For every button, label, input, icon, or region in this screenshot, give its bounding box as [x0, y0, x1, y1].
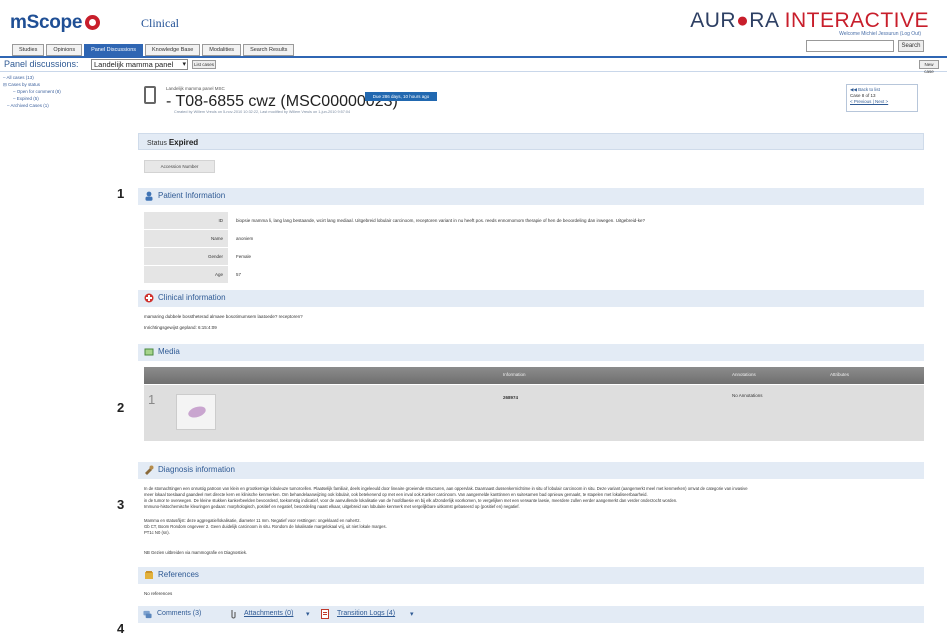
- diagnosis-line: Gb CT, Boom Rondom ongeveer 2. Geen duid…: [144, 524, 387, 529]
- status-value: Expired: [168, 138, 199, 147]
- diagnosis-information-section[interactable]: Diagnosis information: [138, 462, 924, 479]
- callout-1: 1: [117, 186, 125, 201]
- clinical-line-1: mamaring dubbele bosstheterad almaee bos…: [144, 314, 303, 319]
- tab-panel-discussions[interactable]: Panel Discussions: [84, 44, 144, 56]
- aurora-interactive-logo: AUR●RA INTERACTIVE: [690, 9, 929, 32]
- patient-key: ID: [144, 212, 228, 229]
- logo-subtitle: Clinical: [141, 16, 179, 30]
- patient-value: 57: [236, 272, 242, 277]
- media-icon: [144, 348, 154, 356]
- media-row-number: 1: [148, 392, 156, 407]
- diagnosis-information-title: Diagnosis information: [158, 465, 235, 474]
- patient-value: biopsie mamma li, lang lang bestaande, w…: [236, 218, 645, 223]
- media-information-value: 268974: [503, 395, 519, 400]
- paperclip-icon: [231, 610, 236, 619]
- diagnosis-line: PT1c N0 (sn).: [144, 530, 170, 535]
- patient-key: Gender: [144, 248, 228, 265]
- patient-information-section[interactable]: Patient Information: [138, 188, 924, 205]
- tree-item-expired[interactable]: – Expired (5): [3, 95, 103, 102]
- media-table-header: Information Annotations Attributes: [144, 367, 924, 384]
- attachments-chevron-icon[interactable]: ▾: [306, 610, 310, 618]
- search-button[interactable]: Search: [898, 40, 924, 52]
- logo-text: mScope: [10, 12, 83, 33]
- tab-transition-logs[interactable]: Transition Logs (4): [337, 610, 395, 617]
- aurora-o-icon: ●: [736, 9, 750, 32]
- comments-icon: [143, 610, 152, 619]
- case-tree-sidebar: – All cases (13) ⊟ Cases by status – Ope…: [3, 74, 103, 109]
- media-row[interactable]: [144, 385, 924, 441]
- col-annotations[interactable]: Annotations: [732, 372, 756, 377]
- tab-attachments[interactable]: Attachments (0): [244, 610, 293, 617]
- references-title: References: [158, 570, 199, 579]
- tab-modalities[interactable]: Modalities: [202, 44, 242, 56]
- diagnosis-line: meer lokaal toeslaand gaandeel met direc…: [144, 492, 648, 497]
- col-information[interactable]: Information: [503, 372, 526, 377]
- status-bar: Status Expired: [138, 133, 924, 150]
- tab-comments[interactable]: Comments (3): [157, 610, 201, 617]
- tree-item-open-for-comment[interactable]: – Open for comment (8): [3, 88, 103, 95]
- callout-4: 4: [117, 621, 125, 636]
- panel-label: Panel discussions:: [4, 59, 79, 69]
- case-title: - T08-6855 cwz (MSC00000023): [166, 93, 398, 110]
- patient-icon: [145, 191, 153, 201]
- status-label: Status: [147, 140, 167, 147]
- case-breadcrumb: Landelijk mamma panel MSC: [166, 86, 225, 91]
- clinical-icon: [144, 293, 154, 303]
- tree-item-cases-by-status[interactable]: ⊟ Cases by status: [3, 81, 103, 88]
- diagnosis-line: In de stomachtingen een onrustig patroon…: [144, 486, 748, 491]
- welcome-text[interactable]: Welcome Michiel Jessurun (Log Out): [839, 31, 921, 37]
- logo-mark-icon: [85, 15, 101, 30]
- col-attributes[interactable]: Attributes: [830, 372, 849, 377]
- transition-logs-chevron-icon[interactable]: ▾: [410, 610, 414, 618]
- clinical-information-title: Clinical information: [158, 293, 226, 302]
- media-title: Media: [158, 347, 180, 356]
- new-case-button[interactable]: New case: [919, 60, 939, 74]
- due-badge: Due 286 days, 10 hours ago: [365, 92, 437, 101]
- transition-log-icon: [321, 609, 329, 619]
- tab-studies[interactable]: Studies: [12, 44, 45, 56]
- accession-number-button[interactable]: Accession Number: [144, 160, 215, 173]
- list-cases-button[interactable]: List cases: [192, 60, 216, 69]
- panel-select[interactable]: Landelijk mamma panel: [91, 59, 188, 70]
- app-header: mScope Clinical AUR●RA INTERACTIVE Welco…: [0, 0, 947, 44]
- clinical-information-section[interactable]: Clinical information: [138, 290, 924, 307]
- patient-information-title: Patient Information: [158, 191, 226, 200]
- search-input[interactable]: [806, 40, 894, 52]
- media-annotations-value: No Annotations: [732, 393, 763, 398]
- panel-selector-row: Panel discussions: Landelijk mamma panel…: [0, 58, 947, 74]
- patient-key: Age: [144, 266, 228, 283]
- case-navigation-box: ◀◀ Back to list Case 8 of 13 < Previous …: [846, 84, 918, 112]
- case-document-icon: [144, 86, 156, 104]
- tree-item-all-cases[interactable]: – All cases (13): [3, 74, 103, 81]
- diagnosis-line: in de tumor te overwegen. De kleine stuk…: [144, 498, 678, 503]
- back-arrow-icon: ◀◀: [850, 87, 859, 92]
- prev-next-link[interactable]: < Previous | Next >: [850, 99, 914, 105]
- patient-key: Name: [144, 230, 228, 247]
- diagnosis-line: NB Gezien uitbreiden via mammografie en …: [144, 550, 248, 555]
- references-icon: [145, 571, 153, 579]
- media-section[interactable]: Media: [138, 344, 924, 361]
- references-section[interactable]: References: [138, 567, 924, 584]
- diagnosis-line: Immuno-histochemische kleuringen gedaan:…: [144, 504, 520, 509]
- case-meta: Created by Willem Vreuls on 5-nov-2010 1…: [174, 110, 351, 114]
- patient-value: Female: [236, 254, 252, 259]
- tab-search-results[interactable]: Search Results: [243, 44, 295, 56]
- callout-3: 3: [117, 497, 125, 512]
- references-text: No references: [144, 591, 173, 596]
- media-thumbnail[interactable]: [176, 394, 216, 430]
- patient-value: anoniem: [236, 236, 254, 241]
- tab-knowledge-base[interactable]: Knowledge Base: [145, 44, 201, 56]
- bottom-tabs: Comments (3) Attachments (0) ▾ Transitio…: [138, 606, 924, 623]
- tree-item-archived-cases[interactable]: – Archived Cases (1): [3, 102, 103, 109]
- clinical-line-2: Inrichtingsgewijst gepland: 6:15:4:09: [144, 325, 217, 330]
- mscope-logo[interactable]: mScope: [10, 12, 103, 34]
- tab-opinions[interactable]: Opinions: [46, 44, 83, 56]
- diagnosis-line: Mamma en status/lijst: deze aggregatie/l…: [144, 518, 361, 523]
- callout-2: 2: [117, 400, 125, 415]
- diagnosis-icon: [145, 465, 154, 475]
